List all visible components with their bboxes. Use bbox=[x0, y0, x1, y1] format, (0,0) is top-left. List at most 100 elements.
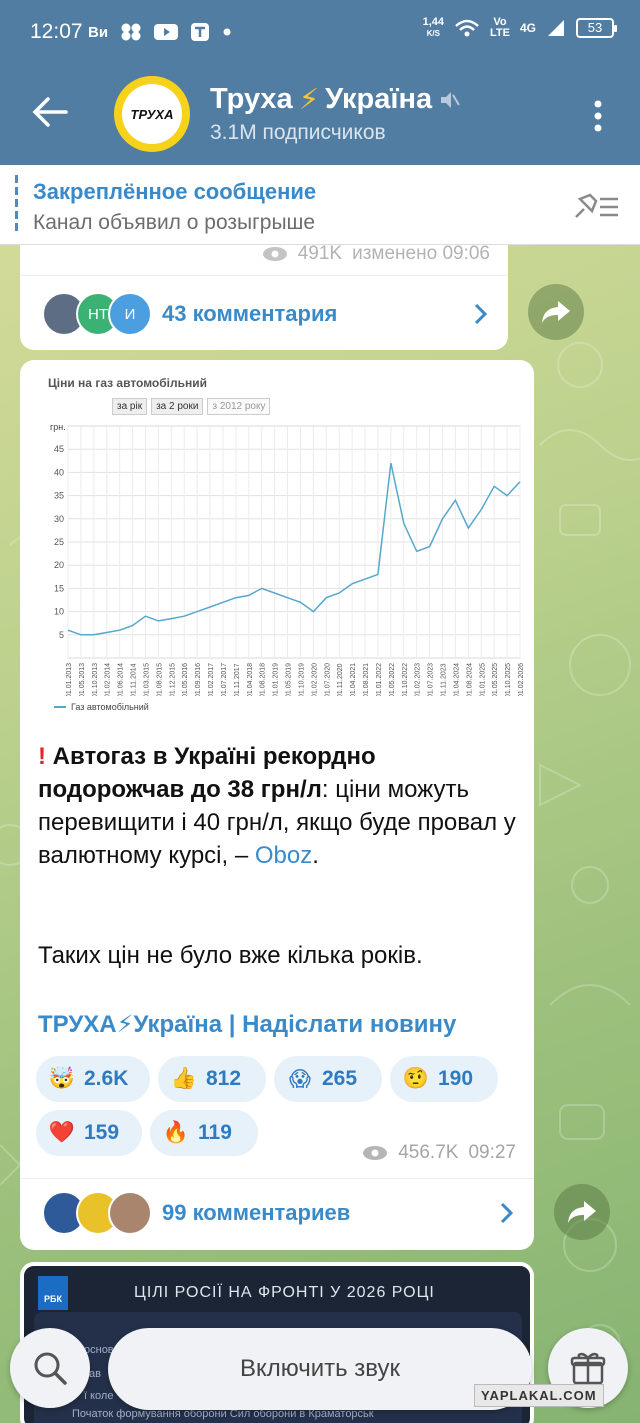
x-tick-label: 01.10.2022 bbox=[402, 663, 409, 696]
x-tick-label: 01.01.2013 bbox=[66, 663, 73, 696]
watermark: YAPLAKAL.COM bbox=[474, 1384, 604, 1407]
chart-image[interactable]: Ціни на газ автомобільний за рік за 2 ро… bbox=[36, 366, 524, 720]
pinned-message-bar[interactable]: Закреплённое сообщение Канал объявил о р… bbox=[0, 165, 640, 245]
y-tick-label: 35 bbox=[54, 491, 64, 501]
y-tick-label: 10 bbox=[54, 607, 64, 617]
y-tick-label: 5 bbox=[59, 630, 64, 640]
avatar: И bbox=[108, 292, 152, 336]
more-notifications-dot-icon bbox=[223, 28, 231, 36]
x-tick-label: 01.10.2025 bbox=[505, 663, 512, 696]
share-arrow-icon bbox=[568, 1201, 596, 1223]
more-menu-icon[interactable] bbox=[586, 96, 610, 136]
message-meta: 456.7K 09:27 bbox=[362, 1142, 516, 1164]
x-tick-label: 01.01.2019 bbox=[273, 663, 280, 696]
share-button[interactable] bbox=[554, 1184, 610, 1240]
wifi-icon bbox=[455, 19, 479, 37]
x-tick-label: 01.04.2018 bbox=[247, 663, 254, 696]
x-tick-label: 01.05.2022 bbox=[389, 663, 396, 696]
line-chart: 5 10 15 20 25 30 35 40 45 01.01.2013 01.05.2013 01.… bbox=[54, 425, 524, 696]
divider bbox=[20, 1178, 534, 1179]
avatar bbox=[108, 1191, 152, 1235]
volte-indicator: Vo LTE bbox=[490, 16, 510, 39]
x-tick-label: 01.04.2024 bbox=[453, 663, 460, 696]
reaction-button[interactable]: ❤️ 159 bbox=[36, 1110, 142, 1156]
youtube-icon bbox=[154, 24, 179, 40]
channel-avatar[interactable]: ТРУХА bbox=[114, 76, 190, 152]
message-bubble-2[interactable]: Ціни на газ автомобільний за рік за 2 ро… bbox=[20, 360, 534, 1250]
comments-button[interactable]: НТ И 43 комментария bbox=[42, 290, 490, 338]
exclamation-icon: ! bbox=[38, 743, 46, 770]
views-count: 456.7K bbox=[398, 1142, 459, 1163]
chevron-right-icon bbox=[474, 303, 488, 325]
y-tick-label: 45 bbox=[54, 444, 64, 454]
subscriber-count: 3.1M подписчиков bbox=[210, 121, 386, 144]
x-tick-label: 01.08.2024 bbox=[466, 663, 473, 696]
notification-icons: Ви bbox=[88, 22, 232, 42]
x-tick-label: 01.09.2016 bbox=[195, 663, 202, 696]
reaction-button[interactable]: 🔥 119 bbox=[150, 1110, 258, 1156]
message-bubble-1[interactable]: 491K изменено 09:06 НТ И 43 комментария bbox=[20, 243, 508, 350]
x-tick-label: 01.02.2026 bbox=[518, 663, 524, 696]
x-tick-label: 01.10.2019 bbox=[298, 663, 305, 696]
x-tick-label: 01.11.2023 bbox=[441, 663, 448, 696]
x-tick-label: 01.02.2014 bbox=[105, 663, 112, 696]
chevron-right-icon bbox=[500, 1202, 514, 1224]
gift-icon bbox=[570, 1352, 606, 1385]
x-tick-label: 01.03.2015 bbox=[143, 663, 150, 696]
x-tick-label: 01.08.2018 bbox=[260, 663, 267, 696]
x-tick-label: 01.05.2025 bbox=[492, 663, 499, 696]
battery-indicator: 53 bbox=[576, 18, 617, 38]
x-tick-label: 01.01.2022 bbox=[376, 663, 383, 696]
infographic-line: ї коле bbox=[84, 1390, 114, 1402]
x-tick-label: 01.05.2013 bbox=[79, 663, 86, 696]
channel-title[interactable]: Труха ⚡ Україна bbox=[210, 82, 461, 117]
network-type: 4G bbox=[519, 21, 536, 35]
carrier-icon: Ви bbox=[88, 23, 109, 41]
reaction-button[interactable]: 😱 265 bbox=[274, 1056, 382, 1102]
x-tick-label: 01.10.2013 bbox=[92, 663, 99, 696]
x-tick-label: 01.01.2025 bbox=[479, 663, 486, 696]
search-button[interactable] bbox=[10, 1328, 90, 1408]
views-icon bbox=[262, 247, 287, 261]
back-arrow-icon[interactable] bbox=[30, 92, 70, 132]
message-meta: 491K изменено 09:06 bbox=[262, 243, 490, 265]
muted-icon bbox=[441, 91, 461, 108]
x-tick-label: 01.11.2017 bbox=[234, 663, 241, 696]
scream-icon: 😱 bbox=[289, 1067, 311, 1091]
share-button[interactable] bbox=[528, 284, 584, 340]
x-tick-label: 01.02.2017 bbox=[208, 663, 215, 696]
source-link[interactable]: Oboz bbox=[255, 842, 312, 869]
infographic-title: ЦІЛІ РОСІЇ НА ФРОНТІ У 2026 РОЦІ bbox=[134, 1284, 435, 1301]
infographic-line: основ bbox=[84, 1344, 114, 1356]
status-time: 12:07 bbox=[30, 20, 83, 43]
comments-button[interactable]: 99 комментариев bbox=[42, 1188, 516, 1238]
pin-list-icon[interactable] bbox=[570, 191, 620, 221]
app-notification-icon bbox=[191, 23, 210, 41]
rbk-logo: РБК bbox=[38, 1276, 68, 1310]
app-header: 12:07 Ви 1,44 K/S Vo LTE 4G 53 ТРУХА Труха… bbox=[0, 0, 640, 165]
reaction-button[interactable]: 🤨 190 bbox=[390, 1056, 498, 1102]
message-time: 09:27 bbox=[468, 1142, 516, 1163]
commenter-avatars: НТ И bbox=[42, 292, 154, 336]
views-count: 491K bbox=[297, 243, 343, 264]
post-paragraph: Таких цін не було вже кілька років. bbox=[38, 942, 423, 969]
post-body: ! Автогаз в Україні рекордно подорожчав … bbox=[38, 743, 516, 869]
y-tick-label: 40 bbox=[54, 467, 64, 477]
reaction-button[interactable]: 👍 812 bbox=[158, 1056, 266, 1102]
pinned-indicator bbox=[15, 175, 18, 235]
reaction-button[interactable]: 🤯 2.6K bbox=[36, 1056, 150, 1102]
x-tick-label: 01.11.2014 bbox=[131, 663, 138, 696]
x-tick-label: 01.12.2015 bbox=[169, 663, 176, 696]
series-line bbox=[67, 462, 521, 636]
search-icon bbox=[34, 1352, 67, 1385]
channel-signature-link[interactable]: ТРУХА⚡Україна | Надіслати новину bbox=[38, 1010, 456, 1039]
unmute-button[interactable]: Включить звук bbox=[108, 1328, 532, 1410]
x-tick-label: 01.07.2023 bbox=[428, 663, 435, 696]
x-tick-label: 01.08.2021 bbox=[363, 663, 370, 696]
x-tick-label: 01.07.2020 bbox=[324, 663, 331, 696]
pinned-title: Закреплённое сообщение bbox=[33, 179, 317, 204]
x-tick-label: 01.05.2016 bbox=[182, 663, 189, 696]
views-icon bbox=[363, 1146, 388, 1160]
x-tick-label: 01.04.2021 bbox=[350, 663, 357, 696]
pinwheel-icon bbox=[121, 23, 141, 41]
